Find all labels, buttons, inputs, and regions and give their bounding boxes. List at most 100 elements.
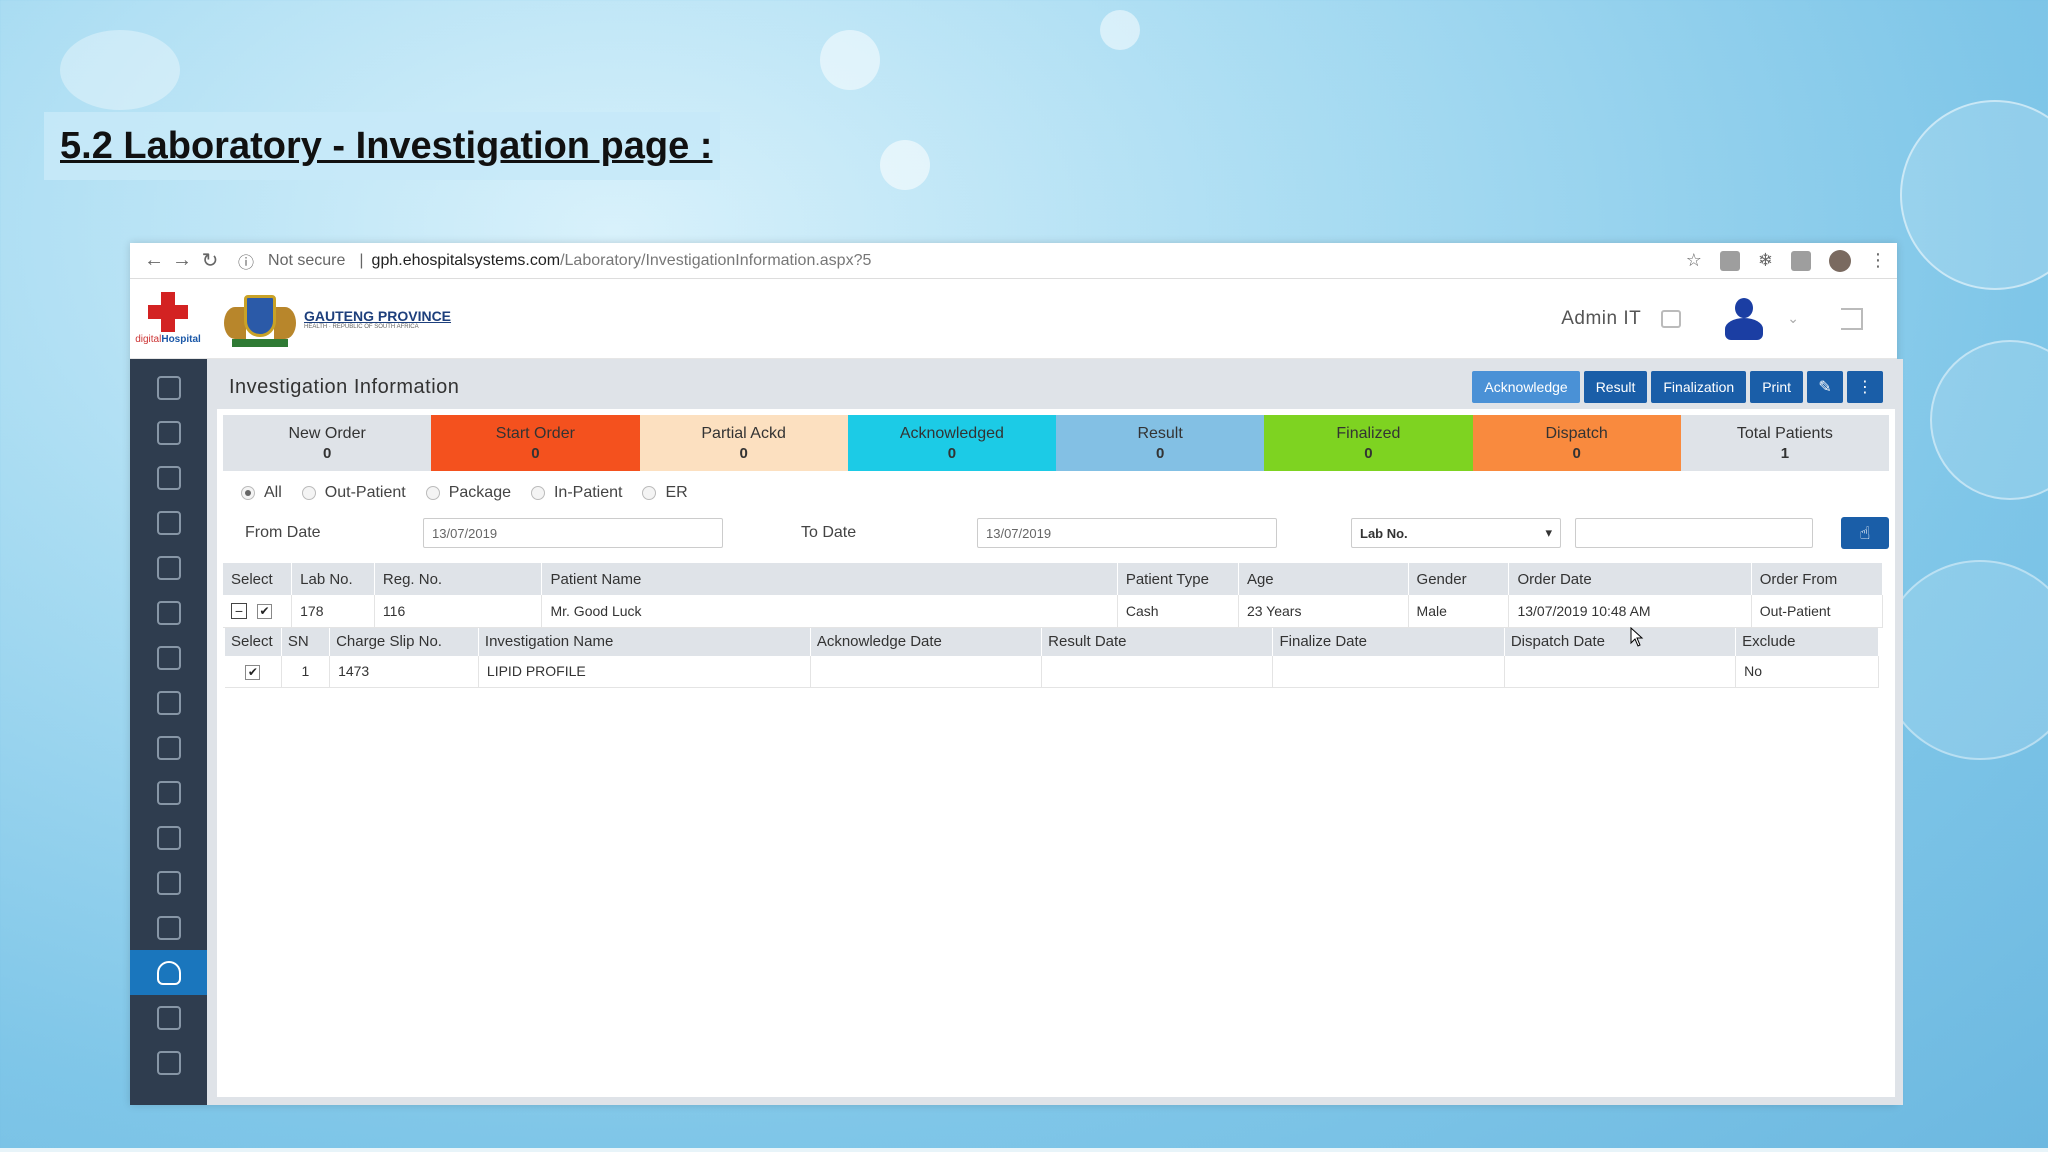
column-header[interactable]: Order Date <box>1508 563 1752 595</box>
column-header[interactable]: Dispatch Date <box>1504 627 1737 656</box>
column-header[interactable]: SN <box>281 627 331 656</box>
status-result[interactable]: Result 0 <box>1056 415 1265 471</box>
radio-in-patient[interactable]: In-Patient <box>530 484 623 502</box>
search-by-select[interactable]: Lab No. ▾ <box>1351 518 1561 548</box>
search-input[interactable] <box>1575 518 1813 548</box>
sidebar-item-laboratory[interactable] <box>130 950 207 995</box>
reception-icon <box>156 465 181 490</box>
collapse-icon[interactable]: − <box>231 603 247 620</box>
column-header[interactable]: Charge Slip No. <box>329 627 479 656</box>
date-filter-row: From Date 13/07/2019 To Date 13/07/2019 … <box>223 515 1889 551</box>
security-label: Not secure <box>268 251 346 269</box>
bookmark-star-icon[interactable]: ☆ <box>1686 250 1702 271</box>
info-icon[interactable]: ⓘ <box>238 249 254 273</box>
radio-out-patient[interactable]: Out-Patient <box>301 484 406 502</box>
column-header[interactable]: Reg. No. <box>374 563 543 595</box>
snowflake-extension-icon[interactable]: ❄ <box>1758 250 1773 271</box>
column-header[interactable]: Patient Name <box>541 563 1118 595</box>
sidebar-item-home[interactable] <box>130 365 207 410</box>
more-menu-icon[interactable]: ⋮ <box>1847 371 1883 403</box>
logout-icon[interactable] <box>1841 307 1863 330</box>
sidebar-item-billing[interactable] <box>130 815 207 860</box>
status-finalized[interactable]: Finalized 0 <box>1264 415 1473 471</box>
forward-icon[interactable]: → <box>168 249 196 272</box>
column-header[interactable]: Lab No. <box>291 563 375 595</box>
sidebar-item-pharmacist[interactable] <box>130 860 207 905</box>
reload-icon[interactable]: ↻ <box>196 248 224 273</box>
sidebar-item-doctor[interactable] <box>130 680 207 725</box>
table-row[interactable]: − ✔ 178 116 Mr. Good Luck Cash 23 Years M… <box>223 595 1884 628</box>
status-acknowledged[interactable]: Acknowledged 0 <box>847 415 1056 471</box>
sidebar-item-emergency[interactable] <box>130 500 207 545</box>
ward-icon <box>156 645 181 670</box>
digital-hospital-logo[interactable]: digitalHospital <box>130 279 206 359</box>
back-icon[interactable]: ← <box>140 249 168 272</box>
table-row[interactable]: ✔ 1 1473 LIPID PROFILE No <box>225 655 1879 688</box>
sidebar-item-hospital[interactable] <box>130 410 207 455</box>
sidebar-item-nurse[interactable] <box>130 770 207 815</box>
column-header[interactable]: Investigation Name <box>478 627 811 656</box>
status-start-order[interactable]: Start Order 0 <box>431 415 640 471</box>
browser-menu-icon[interactable]: ⋮ <box>1869 250 1887 271</box>
sidebar-item-ward[interactable] <box>130 635 207 680</box>
column-header[interactable]: Exclude <box>1735 627 1879 656</box>
status-total-patients[interactable]: Total Patients 1 <box>1680 415 1889 471</box>
nurse-icon <box>156 780 181 805</box>
status-count: 0 <box>1572 444 1581 462</box>
status-dispatch[interactable]: Dispatch 0 <box>1472 415 1681 471</box>
column-header[interactable]: Patient Type <box>1117 563 1239 595</box>
column-header[interactable]: Select <box>223 563 293 595</box>
profile-avatar[interactable] <box>1829 249 1851 272</box>
column-header[interactable]: Order From <box>1751 563 1884 595</box>
extension-icon[interactable] <box>1719 250 1740 271</box>
sidebar-item-reception[interactable] <box>130 455 207 500</box>
head-icon <box>156 735 181 760</box>
status-partial-ackd[interactable]: Partial Ackd 0 <box>639 415 848 471</box>
background-bubble <box>820 30 880 90</box>
sidebar-item-surgical[interactable] <box>130 905 207 950</box>
laboratory-icon <box>156 960 181 985</box>
finalization-button[interactable]: Finalization <box>1651 371 1747 403</box>
radio-dot[interactable] <box>301 486 316 500</box>
acknowledge-button[interactable]: Acknowledge <box>1472 371 1580 403</box>
sidebar-item-bed[interactable] <box>130 590 207 635</box>
blood-bank-icon <box>156 1005 181 1030</box>
column-header[interactable]: Age <box>1238 563 1409 595</box>
radio-all[interactable]: All <box>241 484 282 502</box>
row-checkbox[interactable]: ✔ <box>257 603 272 619</box>
url-field[interactable]: gph.ehospitalsystems.com/Laboratory/Inve… <box>372 252 872 270</box>
bed-icon <box>156 600 181 625</box>
status-new-order[interactable]: New Order 0 <box>223 415 432 471</box>
chevron-down-icon[interactable]: ⌄ <box>1787 310 1799 327</box>
radio-dot[interactable] <box>425 486 440 500</box>
search-hand-button[interactable]: ☝ <box>1841 517 1889 549</box>
sidebar-item-walking-patient[interactable] <box>130 545 207 590</box>
radio-dot[interactable] <box>241 486 255 500</box>
sidebar-item-head[interactable] <box>130 725 207 770</box>
extension-icon[interactable] <box>1791 250 1811 271</box>
radio-dot[interactable] <box>642 486 657 500</box>
column-header[interactable]: Acknowledge Date <box>810 627 1043 656</box>
investigation-checkbox[interactable]: ✔ <box>245 664 261 680</box>
radio-package[interactable]: Package <box>425 484 511 502</box>
column-header[interactable]: Gender <box>1408 563 1510 595</box>
column-header[interactable]: Select <box>225 627 282 656</box>
from-date-label: From Date <box>245 524 321 541</box>
radio-er[interactable]: ER <box>642 484 688 502</box>
id-card-icon[interactable] <box>1661 309 1682 328</box>
to-date-input[interactable]: 13/07/2019 <box>977 518 1277 548</box>
sidebar-item-blood-bank[interactable] <box>130 995 207 1040</box>
toolbar: Acknowledge Result Finalization Print ✎ … <box>1472 371 1883 403</box>
radio-label: In-Patient <box>553 484 623 501</box>
user-avatar[interactable] <box>1721 296 1767 342</box>
billing-icon <box>156 825 181 850</box>
column-header[interactable]: Finalize Date <box>1272 627 1505 656</box>
column-header[interactable]: Result Date <box>1041 627 1274 656</box>
print-button[interactable]: Print <box>1750 371 1803 403</box>
sidebar-item-inventory[interactable] <box>130 1040 207 1085</box>
clear-brush-icon[interactable]: ✎ <box>1807 371 1843 403</box>
status-label: Partial Ackd <box>701 424 786 442</box>
from-date-input[interactable]: 13/07/2019 <box>423 518 723 548</box>
result-button[interactable]: Result <box>1583 371 1648 403</box>
radio-dot[interactable] <box>530 486 545 500</box>
